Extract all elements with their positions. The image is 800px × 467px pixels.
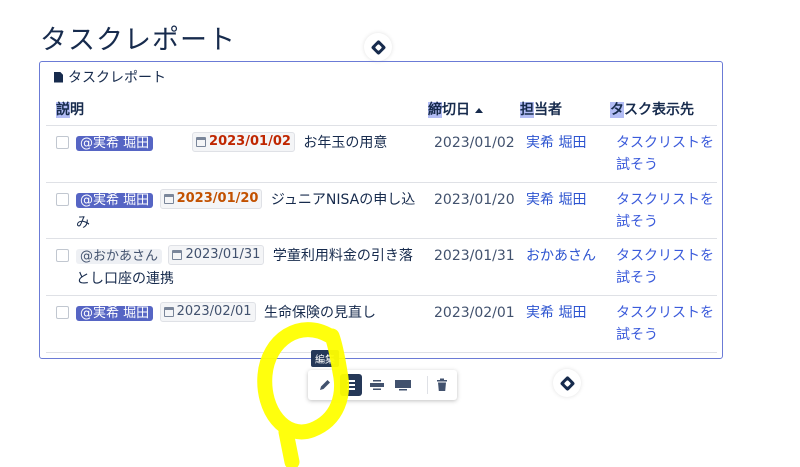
- task-checkbox[interactable]: [56, 306, 69, 319]
- task-checkbox[interactable]: [56, 249, 69, 262]
- assignee-link[interactable]: 実希 堀田: [526, 189, 586, 211]
- insert-button[interactable]: [364, 33, 392, 61]
- mention-chip[interactable]: @実希 堀田: [76, 306, 154, 321]
- task-description: @実希 堀田 2023/01/02 お年玉の用意: [76, 132, 416, 155]
- document-icon: [54, 71, 63, 83]
- layout-center-button[interactable]: [340, 374, 362, 396]
- task-report-macro[interactable]: タスクレポート 説明 締切日 担当者 タスク表示先 @実希 堀田 2023/01…: [39, 61, 723, 359]
- trash-icon: [437, 378, 447, 391]
- destination-link[interactable]: タスクリストを試そう: [616, 245, 716, 289]
- layout-wide-button[interactable]: [366, 374, 388, 396]
- macro-title: タスクレポート: [54, 67, 166, 87]
- assignee-link[interactable]: 実希 堀田: [526, 302, 586, 324]
- table-bottom-border: [46, 352, 717, 353]
- date-chip[interactable]: 2023/02/01: [159, 302, 256, 322]
- mention-chip[interactable]: @実希 堀田: [76, 136, 154, 151]
- layout-center-icon: [347, 380, 355, 390]
- assignee-link[interactable]: 実希 堀田: [526, 132, 586, 154]
- date-chip[interactable]: 2023/01/20: [159, 189, 263, 209]
- table-row: @実希 堀田 2023/01/02 お年玉の用意 2023/01/02 実希 堀…: [46, 125, 717, 182]
- due-date: 2023/01/02: [434, 135, 515, 151]
- column-header-destination[interactable]: タスク表示先: [610, 99, 694, 119]
- insert-diamond-icon: [370, 39, 386, 55]
- layout-wide-icon: [370, 380, 384, 390]
- table-row: @実希 堀田 2023/01/20 ジュニアNISAの申し込み 2023/01/…: [46, 182, 717, 238]
- macro-title-text: タスクレポート: [68, 70, 166, 86]
- edit-tooltip: 編集: [311, 350, 339, 367]
- mention-chip[interactable]: @実希 堀田: [76, 193, 154, 208]
- task-description: @実希 堀田 2023/01/20 ジュニアNISAの申し込み: [76, 189, 416, 234]
- mention-chip[interactable]: @おかあさん: [76, 249, 163, 264]
- sort-ascending-icon: [475, 107, 483, 113]
- page-title: タスクレポート: [40, 25, 236, 57]
- destination-link[interactable]: タスクリストを試そう: [616, 189, 716, 233]
- due-date: 2023/01/31: [434, 248, 515, 264]
- task-text: お年玉の用意: [303, 135, 388, 151]
- calendar-icon: [163, 194, 174, 204]
- column-header-description[interactable]: 説明: [56, 99, 84, 119]
- table-row: @実希 堀田 2023/02/01 生命保険の見直し 2023/02/01 実希…: [46, 295, 717, 352]
- task-checkbox[interactable]: [56, 193, 69, 206]
- calendar-icon: [196, 137, 207, 147]
- column-header-assignee[interactable]: 担当者: [520, 99, 562, 119]
- task-description: @実希 堀田 2023/02/01 生命保険の見直し: [76, 302, 416, 325]
- due-date: 2023/01/20: [434, 192, 515, 208]
- table-row: @おかあさん 2023/01/31 学童利用料金の引き落とし口座の連携 2023…: [46, 238, 717, 295]
- calendar-icon: [172, 250, 183, 260]
- layout-full-width-icon: [395, 380, 411, 391]
- due-date: 2023/02/01: [434, 305, 515, 321]
- destination-link[interactable]: タスクリストを試そう: [616, 302, 716, 346]
- assignee-link[interactable]: おかあさん: [526, 245, 596, 267]
- date-chip[interactable]: 2023/01/02: [192, 132, 295, 152]
- edit-button[interactable]: [314, 374, 336, 396]
- task-checkbox[interactable]: [56, 136, 69, 149]
- destination-link[interactable]: タスクリストを試そう: [616, 132, 716, 176]
- insert-button[interactable]: [553, 369, 581, 397]
- delete-button[interactable]: [431, 374, 453, 396]
- layout-full-width-button[interactable]: [392, 374, 414, 396]
- date-chip[interactable]: 2023/01/31: [168, 245, 265, 265]
- task-text: 生命保険の見直し: [263, 305, 376, 321]
- calendar-icon: [163, 307, 174, 317]
- macro-toolbar: [308, 370, 457, 400]
- insert-diamond-icon: [559, 375, 575, 391]
- pencil-icon: [320, 380, 330, 390]
- column-header-due[interactable]: 締切日: [428, 99, 483, 119]
- task-description: @おかあさん 2023/01/31 学童利用料金の引き落とし口座の連携: [76, 245, 416, 290]
- toolbar-separator: [427, 376, 428, 394]
